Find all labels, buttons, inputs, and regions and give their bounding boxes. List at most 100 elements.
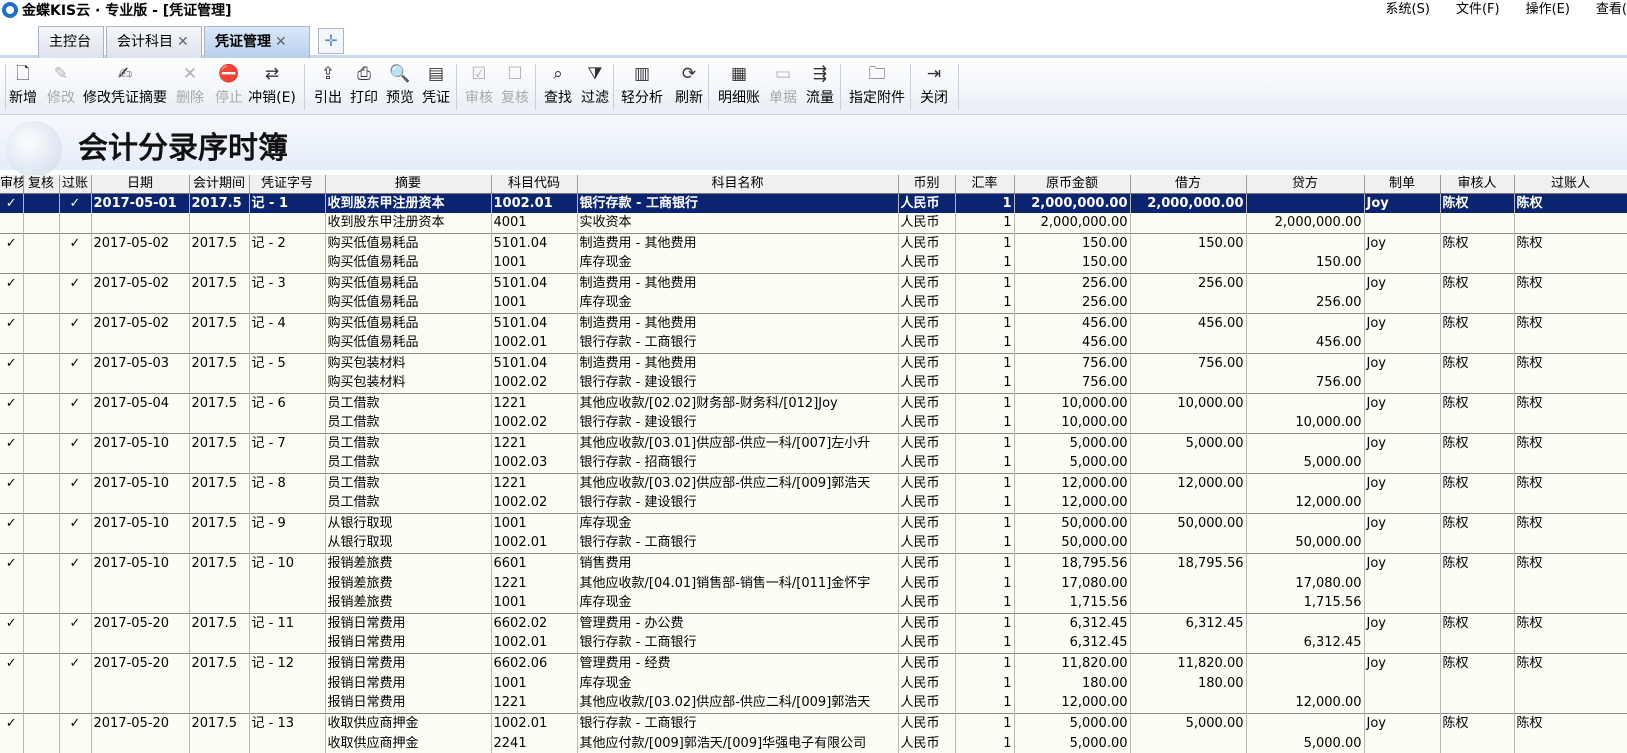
tab-voucher-management[interactable]: 凭证管理 ✕ xyxy=(204,26,310,58)
toolbar-button-new-doc[interactable]: 🗋 新增 xyxy=(8,61,38,113)
cell-amount: 180.00 xyxy=(1014,673,1131,693)
toolbar-button-analysis[interactable]: ▥ 轻分析 xyxy=(620,61,664,113)
column-header[interactable]: 借方 xyxy=(1130,175,1247,194)
table-row[interactable]: 员工借款 1002.02 银行存款 - 建设银行 人民币 1 12,000.00 12,00… xyxy=(0,493,1627,513)
column-header[interactable]: 审核 xyxy=(0,175,24,194)
toolbar-button-audit[interactable]: ☑ 审核 xyxy=(463,61,495,113)
table-row[interactable]: 从银行取现 1002.01 银行存款 - 工商银行 人民币 1 50,000.00 50,0… xyxy=(0,533,1627,553)
table-row[interactable]: 报销日常费用 1002.01 银行存款 - 工商银行 人民币 1 6,312.45 6,31… xyxy=(0,633,1627,653)
toolbar-button-ledger[interactable]: ▦ 明细账 xyxy=(715,61,763,113)
cell-poster xyxy=(1514,533,1627,553)
toolbar-button-voucher[interactable]: ▤ 凭证 xyxy=(420,61,452,113)
table-row[interactable]: ✓ ✓ 2017-05-10 2017.5 记 - 10 报销差旅费 6601 销售费用 人民币… xyxy=(0,552,1627,573)
toolbar-button-reverse[interactable]: ⇄ 冲销(E) xyxy=(246,61,298,113)
cell-maker xyxy=(1364,493,1441,513)
table-row[interactable]: ✓ ✓ 2017-05-20 2017.5 记 - 11 报销日常费用 6602.02 管理费… xyxy=(0,612,1627,633)
cell-date: 2017-05-02 xyxy=(91,272,190,293)
table-row[interactable]: 购买低值易耗品 1001 库存现金 人民币 1 150.00 150.00 xyxy=(0,253,1627,273)
toolbar-button-refresh[interactable]: ⟳ 刷新 xyxy=(672,61,706,113)
toolbar-button-stop[interactable]: ⛔ 停止 xyxy=(214,61,244,113)
toolbar-button-filter[interactable]: ⧩ 过滤 xyxy=(579,61,611,113)
table-row[interactable]: ✓ ✓ 2017-05-02 2017.5 记 - 2 购买低值易耗品 5101.04 制造费… xyxy=(0,232,1627,253)
menu-item[interactable]: 文件(F) xyxy=(1456,0,1500,20)
toolbar-button-document[interactable]: ▭ 单据 xyxy=(766,61,800,113)
table-row[interactable]: ✓ ✓ 2017-05-02 2017.5 记 - 4 购买低值易耗品 5101.04 制造费… xyxy=(0,312,1627,333)
table-row[interactable]: ✓ ✓ 2017-05-01 2017.5 记 - 1 收到股东甲注册资本 1002.01 银… xyxy=(0,192,1627,213)
cell-poster: 陈权 xyxy=(1514,192,1627,213)
toolbar-button-label: 复核 xyxy=(501,90,529,106)
toolbar-button-export[interactable]: ⇪ 引出 xyxy=(312,61,344,113)
cell-summary: 购买低值易耗品 xyxy=(325,293,492,313)
cell-auditor xyxy=(1440,493,1515,513)
cell-code: 6602.06 xyxy=(491,652,578,673)
table-row[interactable]: 报销日常费用 1001 库存现金 人民币 1 180.00 180.00 xyxy=(0,673,1627,693)
column-header[interactable]: 过账人 xyxy=(1514,175,1627,194)
table-row[interactable]: 购买低值易耗品 1001 库存现金 人民币 1 256.00 256.00 xyxy=(0,293,1627,313)
toolbar-button-delete[interactable]: ✕ 删除 xyxy=(174,61,206,113)
column-header[interactable]: 原币金额 xyxy=(1014,175,1131,194)
cell-summary: 员工借款 xyxy=(325,432,492,453)
toolbar-button-label: 过滤 xyxy=(581,90,609,106)
table-row[interactable]: 员工借款 1002.02 银行存款 - 建设银行 人民币 1 10,000.00 10,00… xyxy=(0,413,1627,433)
cell-currency: 人民币 xyxy=(898,693,956,713)
menu-item[interactable]: 系统(S) xyxy=(1386,0,1430,20)
cell-post: ✓ xyxy=(59,232,92,253)
table-row[interactable]: ✓ ✓ 2017-05-10 2017.5 记 - 7 员工借款 1221 其他应收款/[03… xyxy=(0,432,1627,453)
table-row[interactable]: 员工借款 1002.03 银行存款 - 招商银行 人民币 1 5,000.00 5,000.… xyxy=(0,453,1627,473)
column-header[interactable]: 科目代码 xyxy=(491,175,578,194)
menu-item[interactable]: 操作(E) xyxy=(1526,0,1570,20)
cell-account: 其他应付款/[009]郭浩天/[009]华强电子有限公司 xyxy=(577,733,899,753)
table-row[interactable]: ✓ ✓ 2017-05-10 2017.5 记 - 9 从银行取现 1001 库存现金 人民币 1… xyxy=(0,512,1627,533)
toolbar-button-edit[interactable]: ✎ 修改 xyxy=(46,61,76,113)
delete-icon: ✕ xyxy=(182,64,198,84)
column-header[interactable]: 日期 xyxy=(91,175,190,194)
column-header[interactable]: 会计期间 xyxy=(189,175,250,194)
table-row[interactable]: 购买低值易耗品 1002.01 银行存款 - 工商银行 人民币 1 456.00 456.0… xyxy=(0,333,1627,353)
table-row[interactable]: 报销差旅费 1001 库存现金 人民币 1 1,715.56 1,715.56 xyxy=(0,593,1627,613)
table-row[interactable]: 收到股东甲注册资本 4001 实收资本 人民币 1 2,000,000.00 2,000,0… xyxy=(0,213,1627,233)
cell-period: 2017.5 xyxy=(189,272,250,293)
cell-credit xyxy=(1246,352,1365,373)
cell-currency: 人民币 xyxy=(898,293,956,313)
toolbar-button-flow[interactable]: ⇶ 流量 xyxy=(803,61,837,113)
cell-voucher: 记 - 10 xyxy=(249,552,326,573)
table-header-row: 审核 复核 过账 日期 会计期间 凭证字号 摘要 科目代码 科目名称 币别 汇率 原币金额 借方 贷方 制单… xyxy=(0,175,1627,194)
table-row[interactable]: ✓ ✓ 2017-05-04 2017.5 记 - 6 员工借款 1221 其他应收款/[02… xyxy=(0,392,1627,413)
toolbar-button-preview[interactable]: 🔍 预览 xyxy=(384,61,416,113)
cell-currency: 人民币 xyxy=(898,373,956,393)
toolbar-button-folder[interactable]: 🗀 指定附件 xyxy=(846,61,908,113)
table-row[interactable]: ✓ ✓ 2017-05-20 2017.5 记 - 13 收取供应商押金 1002.01 银行… xyxy=(0,712,1627,733)
column-header[interactable]: 摘要 xyxy=(325,175,492,194)
column-header[interactable]: 币别 xyxy=(898,175,956,194)
close-icon[interactable]: ✕ xyxy=(177,34,189,50)
table-row[interactable]: 报销差旅费 1221 其他应收款/[04.01]销售部-销售一科/[011]金怀宇人… xyxy=(0,573,1627,593)
toolbar-button-recheck[interactable]: ☐ 复核 xyxy=(499,61,531,113)
cell-currency: 人民币 xyxy=(898,192,956,213)
column-header[interactable]: 凭证字号 xyxy=(249,175,326,194)
table-row[interactable]: 收取供应商押金 2241 其他应付款/[009]郭浩天/[009]华强电子有限公司人… xyxy=(0,733,1627,753)
column-header[interactable]: 审核人 xyxy=(1440,175,1515,194)
close-icon[interactable]: ✕ xyxy=(275,34,287,50)
column-header[interactable]: 科目名称 xyxy=(577,175,899,194)
toolbar-button-edit-summary[interactable]: ✍ 修改凭证摘要 xyxy=(80,61,170,113)
column-header[interactable]: 汇率 xyxy=(955,175,1015,194)
toolbar-button-print[interactable]: ⎙ 打印 xyxy=(348,61,380,113)
cell-account: 制造费用 - 其他费用 xyxy=(577,272,899,293)
column-header[interactable]: 贷方 xyxy=(1246,175,1365,194)
table-row[interactable]: 报销日常费用 1221 其他应收款/[03.02]供应部-供应二科/[009]郭浩天… xyxy=(0,693,1627,713)
column-header[interactable]: 过账 xyxy=(59,175,92,194)
menu-item[interactable]: 查看( xyxy=(1596,0,1627,20)
table-row[interactable]: 购买包装材料 1002.02 银行存款 - 建设银行 人民币 1 756.00 756.00 xyxy=(0,373,1627,393)
toolbar-button-exit[interactable]: ⇥ 关闭 xyxy=(917,61,951,113)
table-row[interactable]: ✓ ✓ 2017-05-03 2017.5 记 - 5 购买包装材料 5101.04 制造费用… xyxy=(0,352,1627,373)
table-row[interactable]: ✓ ✓ 2017-05-02 2017.5 记 - 3 购买低值易耗品 5101.04 制造费… xyxy=(0,272,1627,293)
tab-main-console[interactable]: 主控台 xyxy=(38,26,104,58)
toolbar-button-find[interactable]: ⌕ 查找 xyxy=(541,61,575,113)
column-header[interactable]: 复核 xyxy=(23,175,60,194)
table-row[interactable]: ✓ ✓ 2017-05-10 2017.5 记 - 8 员工借款 1221 其他应收款/[03… xyxy=(0,472,1627,493)
cell-rate: 1 xyxy=(955,733,1015,753)
column-header[interactable]: 制单 xyxy=(1364,175,1441,194)
add-tab-icon[interactable]: ✛ xyxy=(318,28,344,54)
tab-accounts[interactable]: 会计科目 ✕ xyxy=(106,26,202,58)
table-row[interactable]: ✓ ✓ 2017-05-20 2017.5 记 - 12 报销日常费用 6602.06 管理费… xyxy=(0,652,1627,673)
